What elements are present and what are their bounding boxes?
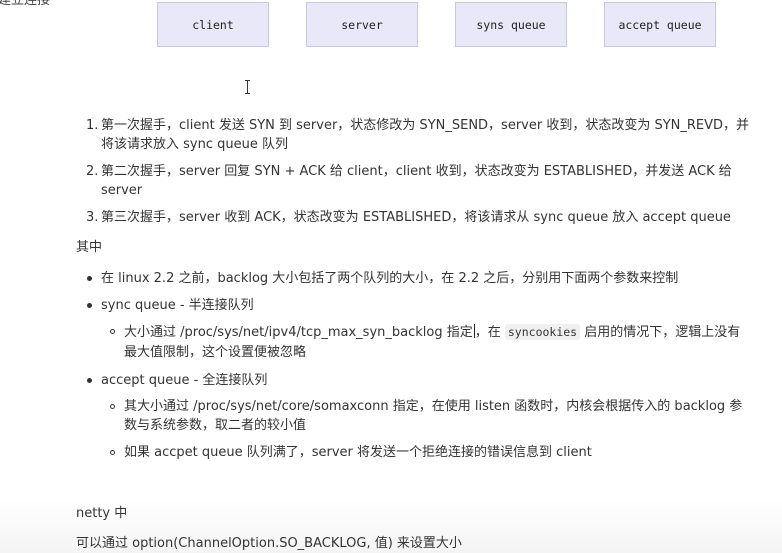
netty-heading: netty 中 xyxy=(76,506,128,521)
list-number: 1. xyxy=(86,118,99,133)
netty-line: 可以通过 option(ChannelOption.SO_BACKLOG, 值)… xyxy=(76,536,462,551)
inline-code-syncookies: syncookies xyxy=(504,324,581,340)
sub-bullet-text-part: ，在 xyxy=(474,325,501,340)
diagram-box-accept-queue: accept queue xyxy=(604,2,716,47)
sub-bullet-circle-icon xyxy=(110,450,115,455)
clipped-top-text: 建立连接 xyxy=(0,0,51,8)
sub-bullet-text: 最大值限制，这个设置便被忽略 xyxy=(124,345,307,360)
section-label-qizhong: 其中 xyxy=(76,240,103,255)
diagram-box-syns-queue: syns queue xyxy=(455,2,567,47)
bullet-dot-icon xyxy=(87,276,92,281)
bullet-dot-icon xyxy=(87,378,92,383)
bullet-text: accept queue - 全连接队列 xyxy=(101,373,268,388)
sub-bullet-circle-icon xyxy=(110,329,115,334)
list-item-line: 第三次握手，server 收到 ACK，状态改变为 ESTABLISHED，将该… xyxy=(101,210,731,225)
list-item-line: 第一次握手，client 发送 SYN 到 server，状态修改为 SYN_S… xyxy=(101,118,750,133)
sub-bullet-text: 大小通过 /proc/sys/net/ipv4/tcp_max_syn_back… xyxy=(124,323,740,342)
diagram-box-client: client xyxy=(157,2,269,47)
ibeam-cursor-icon xyxy=(245,80,251,94)
bullet-dot-icon xyxy=(87,303,92,308)
list-number: 2. xyxy=(86,164,99,179)
diagram-box-server: server xyxy=(306,2,418,47)
sub-bullet-circle-icon xyxy=(110,404,115,409)
bullet-text: 在 linux 2.2 之前，backlog 大小包括了两个队列的大小，在 2.… xyxy=(101,271,679,286)
sub-bullet-text: 数与系统参数，取二者的较小值 xyxy=(124,418,307,433)
sub-bullet-text: 如果 accpet queue 队列满了，server 将发送一个拒绝连接的错误… xyxy=(124,445,592,460)
list-item-line: 第二次握手，server 回复 SYN + ACK 给 client，clien… xyxy=(101,164,732,179)
bullet-text: sync queue - 半连接队列 xyxy=(101,298,254,313)
list-item-line: server xyxy=(101,183,143,198)
sub-bullet-text: 其大小通过 /proc/sys/net/core/somaxconn 指定，在使… xyxy=(124,399,743,414)
list-number: 3. xyxy=(86,210,99,225)
sub-bullet-text-part: 启用的情况下，逻辑上没有 xyxy=(584,325,741,340)
list-item-line: 将该请求放入 sync queue 队列 xyxy=(101,137,288,152)
sub-bullet-text-part: 大小通过 /proc/sys/net/ipv4/tcp_max_syn_back… xyxy=(124,325,473,340)
